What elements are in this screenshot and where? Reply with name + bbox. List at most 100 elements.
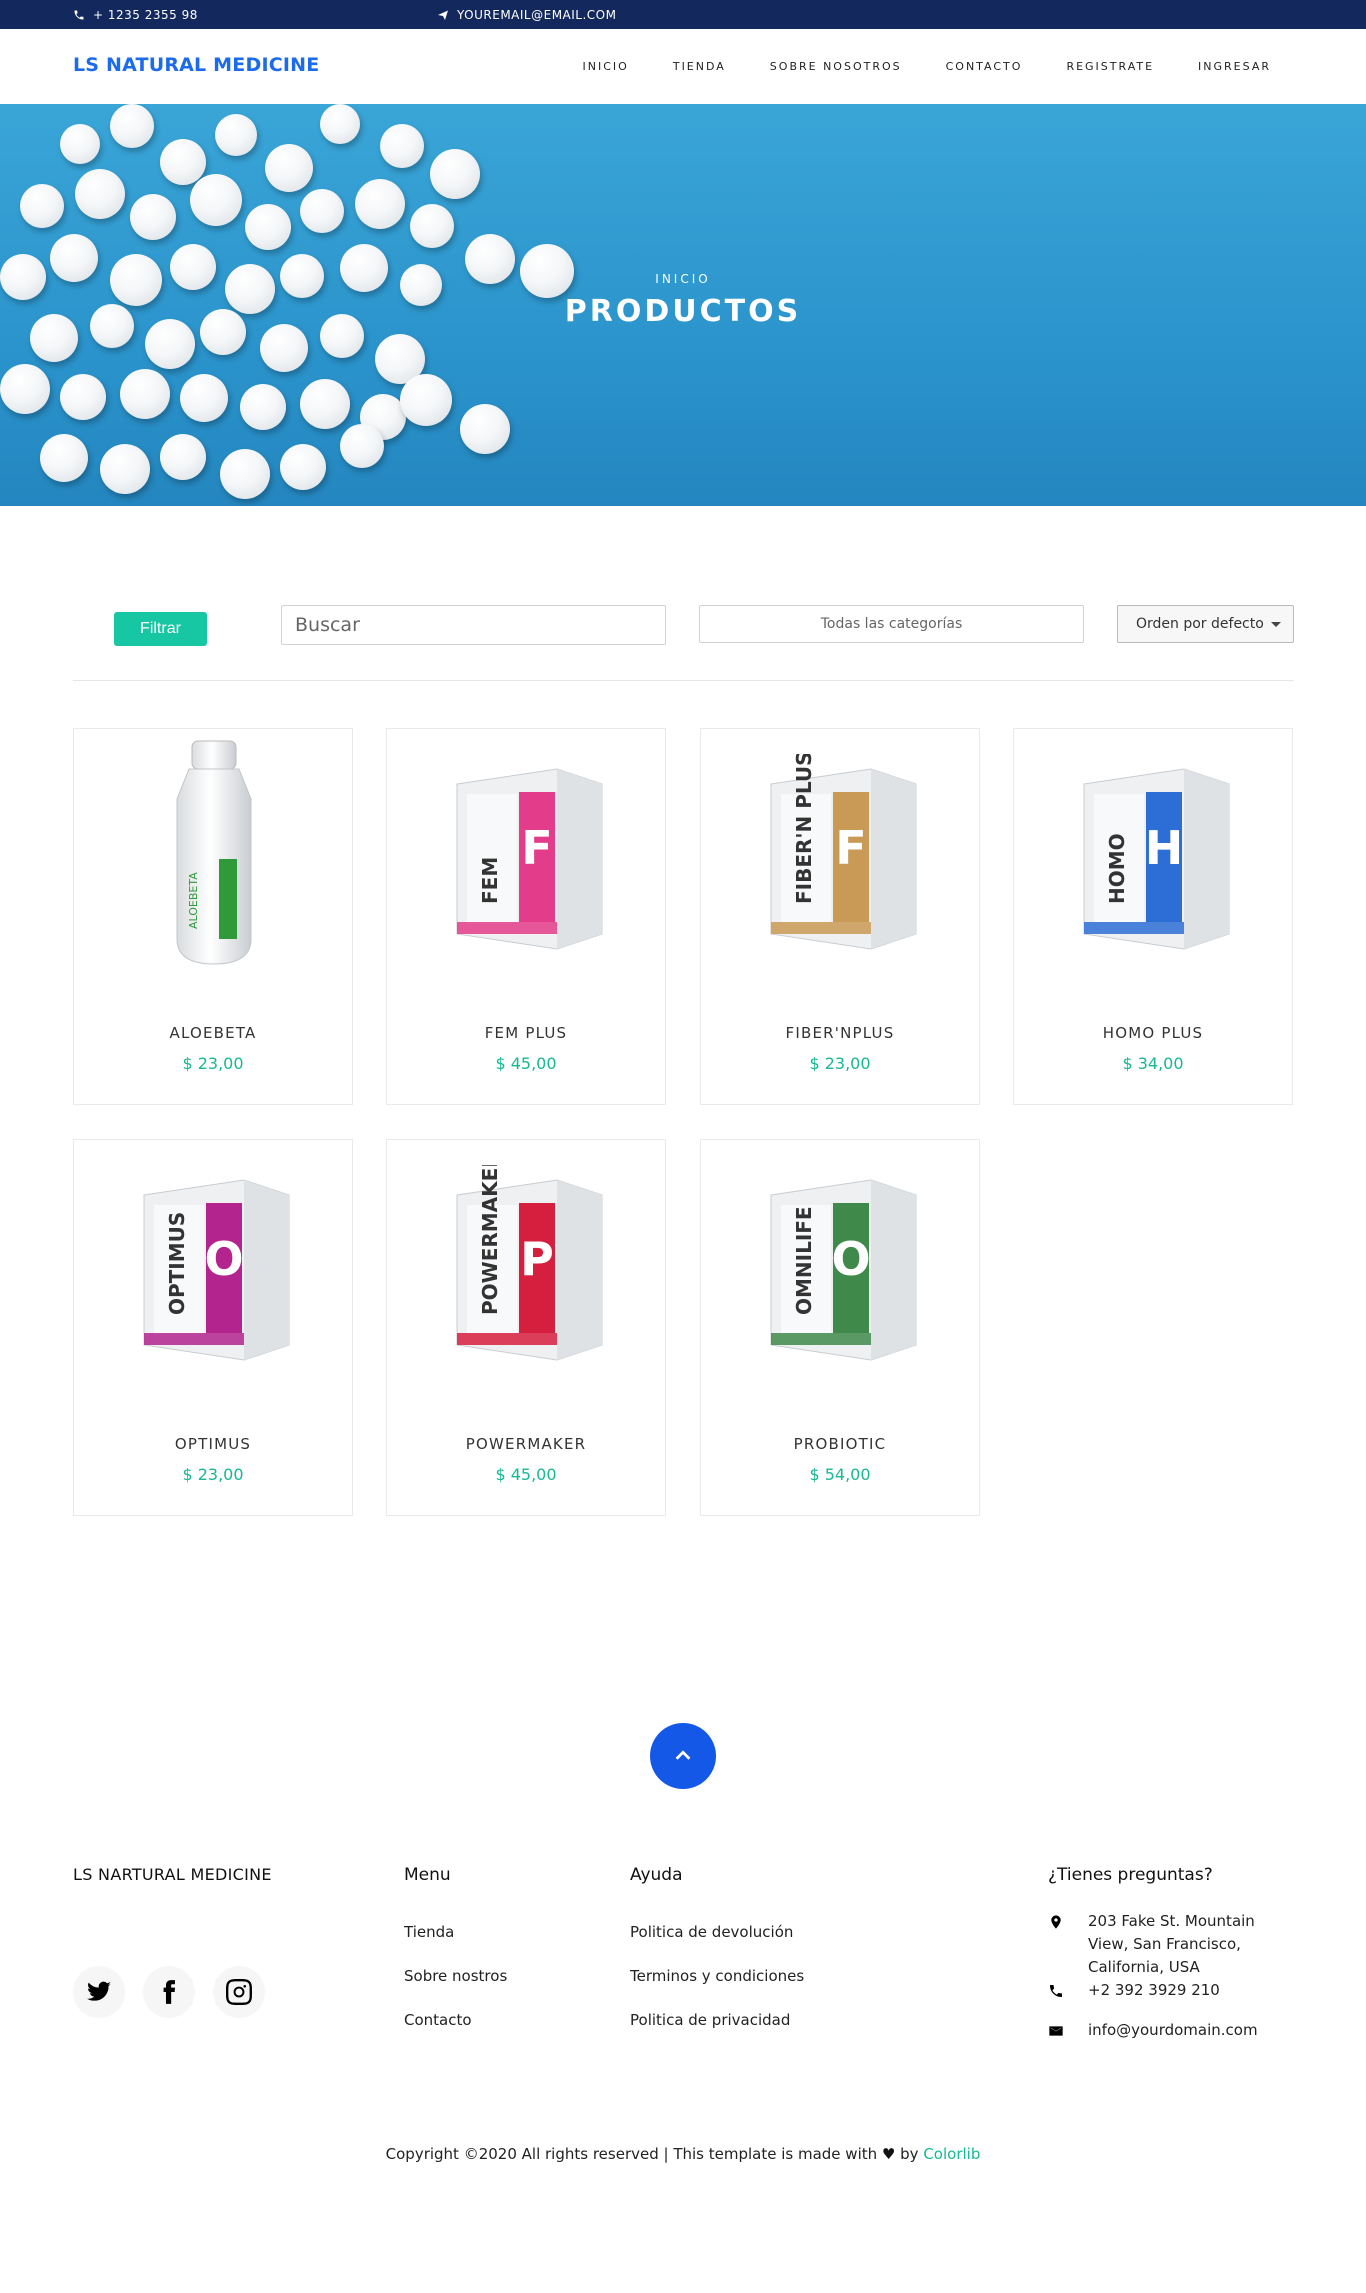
product-card[interactable]: OPTIMUS O OPTIMUS $ 23,00 (73, 1139, 353, 1516)
footer-link-tienda[interactable]: Tienda (404, 1923, 454, 1941)
pill-shape (355, 179, 405, 229)
nav-inicio[interactable]: INICIO (583, 60, 629, 73)
product-image[interactable]: OPTIMUS O (114, 1150, 314, 1380)
nav-ingresar[interactable]: INGRESAR (1198, 60, 1271, 73)
product-card[interactable]: OMNILIFE O PROBIOTIC $ 54,00 (700, 1139, 980, 1516)
pill-shape (340, 424, 384, 468)
pill-shape (215, 114, 257, 156)
product-name[interactable]: OPTIMUS (74, 1435, 352, 1453)
pill-shape (245, 204, 291, 250)
product-name[interactable]: HOMO PLUS (1014, 1024, 1292, 1042)
product-image[interactable]: ALOEBETA (114, 739, 314, 969)
top-contact-bar: + 1235 2355 98 YOUREMAIL@EMAIL.COM (0, 0, 1366, 29)
pill-shape (300, 189, 344, 233)
svg-text:P: P (520, 1232, 554, 1286)
footer-phone-text[interactable]: +2 392 3929 210 (1088, 1979, 1263, 2002)
pill-shape (265, 144, 313, 192)
facebook-button[interactable] (143, 1966, 195, 2018)
filter-button[interactable]: Filtrar (114, 612, 207, 646)
pill-shape (75, 169, 125, 219)
nav-tienda[interactable]: TIENDA (673, 60, 726, 73)
pill-shape (430, 149, 480, 199)
product-price: $ 23,00 (809, 1054, 871, 1073)
pill-shape (20, 184, 64, 228)
pill-shape (110, 104, 154, 148)
pill-shape (40, 434, 88, 482)
pill-shape (400, 374, 452, 426)
search-input[interactable] (281, 605, 666, 645)
pill-shape (120, 369, 170, 419)
svg-text:F: F (835, 821, 866, 875)
footer-link-sobre-nostros[interactable]: Sobre nostros (404, 1967, 507, 1985)
twitter-button[interactable] (73, 1966, 125, 2018)
product-card[interactable]: POWERMAKER P POWERMAKER $ 45,00 (386, 1139, 666, 1516)
product-image[interactable]: FIBER'N PLUS F (741, 739, 941, 969)
product-box-icon: HOMO H (1083, 768, 1230, 950)
heart-icon: ♥ (881, 2145, 896, 2163)
copyright-by: by (900, 2145, 919, 2163)
svg-text:ALOEBETA: ALOEBETA (187, 872, 200, 929)
order-select[interactable]: Orden por defecto (1117, 605, 1294, 643)
page-title: PRODUCTOS (564, 294, 802, 329)
product-box-icon: FIBER'N PLUS F (770, 754, 917, 950)
product-image[interactable]: OMNILIFE O (741, 1150, 941, 1380)
instagram-button[interactable] (213, 1966, 265, 2018)
facebook-icon (163, 1980, 176, 2004)
pill-shape (320, 104, 360, 144)
svg-text:HOMO: HOMO (1105, 833, 1129, 904)
site-brand[interactable]: LS NATURAL MEDICINE (73, 54, 319, 76)
product-card[interactable]: FEM F FEM PLUS $ 45,00 (386, 728, 666, 1105)
pill-shape (380, 124, 424, 168)
product-card[interactable]: FIBER'N PLUS F FIBER'NPLUS $ 23,00 (700, 728, 980, 1105)
product-name[interactable]: FIBER'NPLUS (701, 1024, 979, 1042)
svg-text:FEM: FEM (478, 857, 502, 904)
product-box-icon: OPTIMUS O (143, 1179, 290, 1361)
nav-contacto[interactable]: CONTACTO (946, 60, 1023, 73)
breadcrumb[interactable]: INICIO (0, 272, 1366, 286)
footer-link-contacto[interactable]: Contacto (404, 2011, 472, 2029)
svg-text:OPTIMUS: OPTIMUS (165, 1212, 189, 1315)
product-image[interactable]: HOMO H (1054, 739, 1254, 969)
footer-menu-title: Menu (404, 1865, 451, 1885)
copyright-text: Copyright ©2020 All rights reserved | Th… (385, 2145, 878, 2163)
product-name[interactable]: PROBIOTIC (701, 1435, 979, 1453)
top-phone: + 1235 2355 98 (73, 0, 198, 29)
top-email-text[interactable]: YOUREMAIL@EMAIL.COM (457, 8, 616, 22)
category-select[interactable]: Todas las categorías (699, 605, 1084, 643)
pill-shape (60, 124, 100, 164)
pill-shape (160, 434, 206, 480)
map-marker-icon (1051, 1915, 1061, 1929)
nav-sobre-nosotros[interactable]: SOBRE NOSOTROS (770, 60, 902, 73)
pill-shape (410, 204, 454, 248)
nav-registrate[interactable]: REGISTRATE (1066, 60, 1154, 73)
product-name[interactable]: FEM PLUS (387, 1024, 665, 1042)
product-image[interactable]: FEM F (427, 739, 627, 969)
hero-banner: INICIO PRODUCTOS (0, 104, 1366, 506)
footer-email-text[interactable]: info@yourdomain.com (1088, 2019, 1263, 2042)
product-price: $ 45,00 (495, 1054, 557, 1073)
copyright: Copyright ©2020 All rights reserved | Th… (0, 2145, 1366, 2163)
paper-plane-icon (438, 10, 448, 20)
product-name[interactable]: ALOEBETA (74, 1024, 352, 1042)
product-name[interactable]: POWERMAKER (387, 1435, 665, 1453)
twitter-icon (87, 1981, 111, 2001)
pill-shape (180, 374, 228, 422)
colorlib-link[interactable]: Colorlib (923, 2145, 980, 2163)
product-card[interactable]: HOMO H HOMO PLUS $ 34,00 (1013, 728, 1293, 1105)
back-to-top-button[interactable] (650, 1723, 716, 1789)
product-card[interactable]: ALOEBETA ALOEBETA $ 23,00 (73, 728, 353, 1105)
footer-link-privacidad[interactable]: Politica de privacidad (630, 2011, 790, 2029)
footer-link-devolucion[interactable]: Politica de devolución (630, 1923, 793, 1941)
top-email[interactable]: YOUREMAIL@EMAIL.COM (437, 0, 616, 29)
phone-icon (1050, 1985, 1062, 1997)
svg-text:H: H (1145, 821, 1184, 875)
pill-shape (60, 374, 106, 420)
svg-text:FIBER'N PLUS: FIBER'N PLUS (792, 754, 816, 904)
pill-shape (160, 139, 206, 185)
footer-link-terminos[interactable]: Terminos y condiciones (630, 1967, 804, 1985)
product-image[interactable]: POWERMAKER P (427, 1150, 627, 1380)
footer-phone: +2 392 3929 210 (1048, 1979, 1263, 2002)
instagram-icon (226, 1979, 252, 2005)
product-price: $ 54,00 (809, 1465, 871, 1484)
svg-text:F: F (521, 821, 552, 875)
